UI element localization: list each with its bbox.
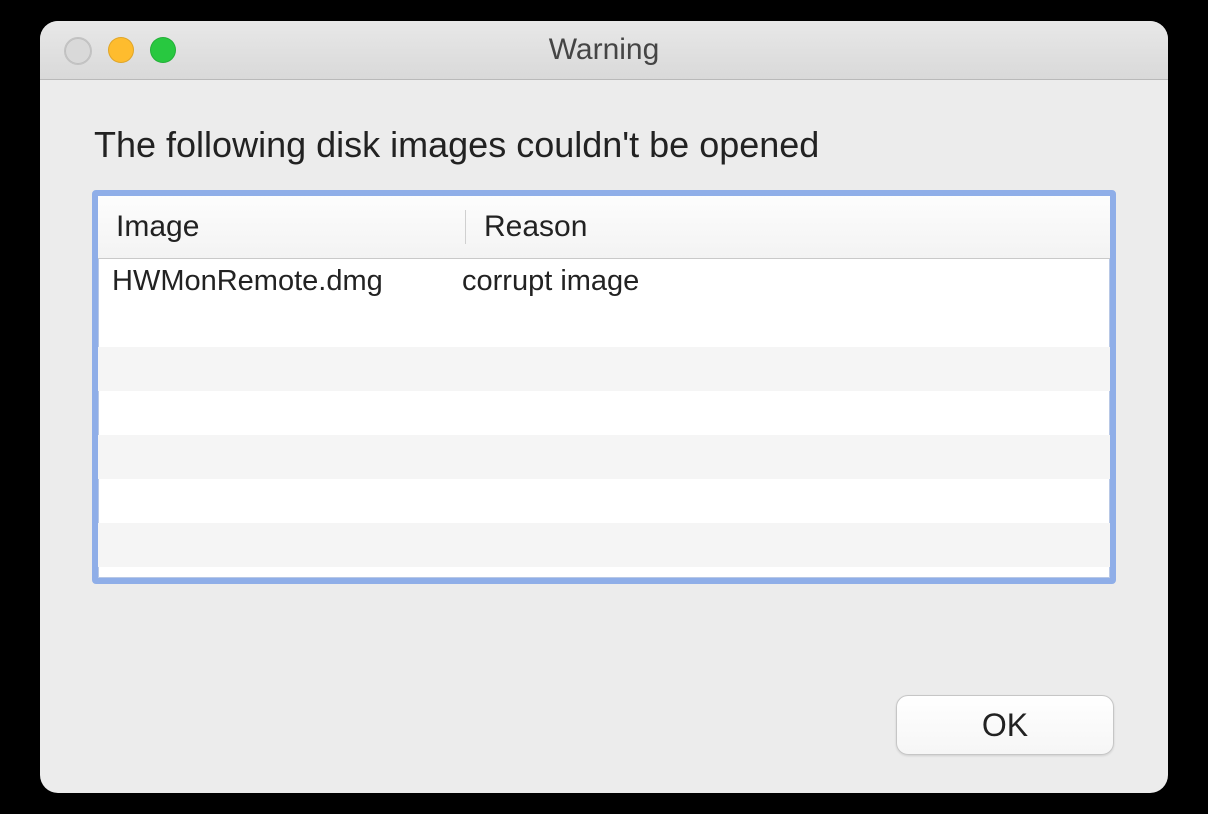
column-header-reason[interactable]: Reason	[466, 196, 1110, 258]
table-row-empty	[98, 435, 1110, 479]
dialog-window: Warning The following disk images couldn…	[40, 21, 1168, 793]
cell-image: HWMonRemote.dmg	[98, 259, 444, 303]
table-row-empty	[98, 523, 1110, 567]
dialog-footer: OK	[896, 695, 1114, 755]
titlebar: Warning	[40, 21, 1168, 80]
window-title: Warning	[549, 33, 660, 67]
close-icon[interactable]	[64, 37, 92, 65]
table-row-empty	[98, 347, 1110, 391]
column-header-image[interactable]: Image	[98, 196, 466, 258]
table-row-empty	[98, 391, 1110, 435]
cell-reason: corrupt image	[444, 259, 1110, 303]
table-header-row: Image Reason	[98, 196, 1110, 259]
table-row-empty	[98, 303, 1110, 347]
ok-button[interactable]: OK	[896, 695, 1114, 755]
window-controls	[64, 37, 176, 65]
table-row-empty	[98, 479, 1110, 523]
table-row[interactable]: HWMonRemote.dmg corrupt image	[98, 259, 1110, 303]
minimize-icon[interactable]	[108, 37, 134, 63]
dialog-content: The following disk images couldn't be op…	[40, 80, 1168, 620]
warning-message: The following disk images couldn't be op…	[94, 124, 1116, 166]
zoom-icon[interactable]	[150, 37, 176, 63]
images-table: Image Reason HWMonRemote.dmg corrupt ima…	[92, 190, 1116, 584]
